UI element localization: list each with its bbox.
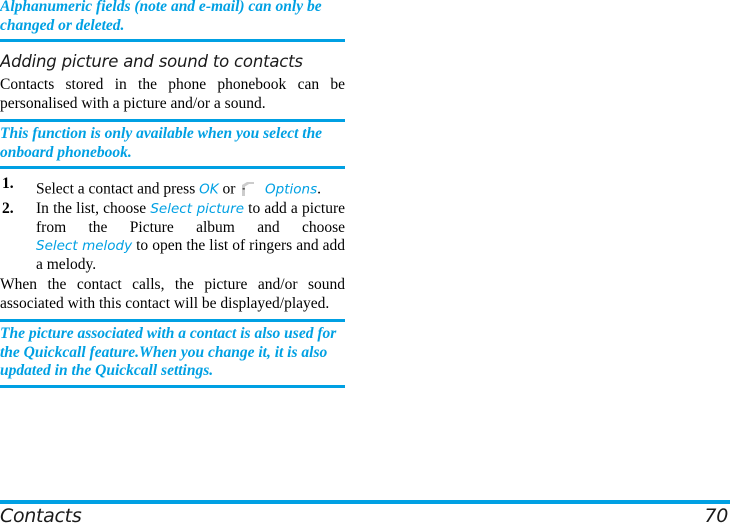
section-heading: Adding picture and sound to contacts — [0, 52, 303, 71]
note-block-middle: This function is only available when you… — [0, 119, 345, 169]
step-number: 2. — [2, 200, 14, 217]
page-footer: Contacts 70 — [0, 505, 730, 527]
content-column: Alphanumeric fields (note and e-mail) ca… — [0, 0, 345, 388]
note-block-top: Alphanumeric fields (note and e-mail) ca… — [0, 0, 345, 42]
footer-chapter-label: Contacts — [0, 505, 82, 527]
footer-page-number: 70 — [704, 505, 728, 527]
note-text-middle: This function is only available when you… — [0, 125, 323, 161]
step-text: Select a contact and press OK or or Opti… — [36, 175, 345, 199]
step2-text-a: In the list, choose — [36, 200, 151, 217]
note-text-top: Alphanumeric fields (note and e-mail) ca… — [0, 0, 322, 34]
ui-term-select-melody[interactable]: Select melody — [36, 238, 132, 254]
step1-text-b: or — [218, 180, 240, 198]
softkey-icon — [241, 181, 255, 197]
procedure-steps: 1. Select a contact and press OK or or O… — [0, 175, 345, 274]
section-outro-paragraph: When the contact calls, the picture and/… — [0, 276, 345, 312]
footer-rule — [0, 500, 730, 504]
section-intro-paragraph: Contacts stored in the phone phonebook c… — [0, 76, 345, 112]
step-item: 2. In the list, choose Select picture to… — [0, 200, 345, 274]
ui-term-ok[interactable]: OK — [199, 182, 218, 198]
step-number: 1. — [2, 175, 14, 192]
step1-text-a: Select a contact and press — [36, 180, 200, 198]
step1-text-c: . — [317, 180, 321, 198]
note-block-bottom: The picture associated with a contact is… — [0, 319, 345, 388]
step-item: 1. Select a contact and press OK or or O… — [0, 175, 345, 199]
step-text: In the list, choose Select picture to ad… — [36, 200, 345, 274]
note-text-bottom: The picture associated with a contact is… — [0, 325, 337, 379]
ui-term-options[interactable]: Options — [265, 182, 317, 198]
ui-term-select-picture[interactable]: Select picture — [150, 201, 244, 217]
